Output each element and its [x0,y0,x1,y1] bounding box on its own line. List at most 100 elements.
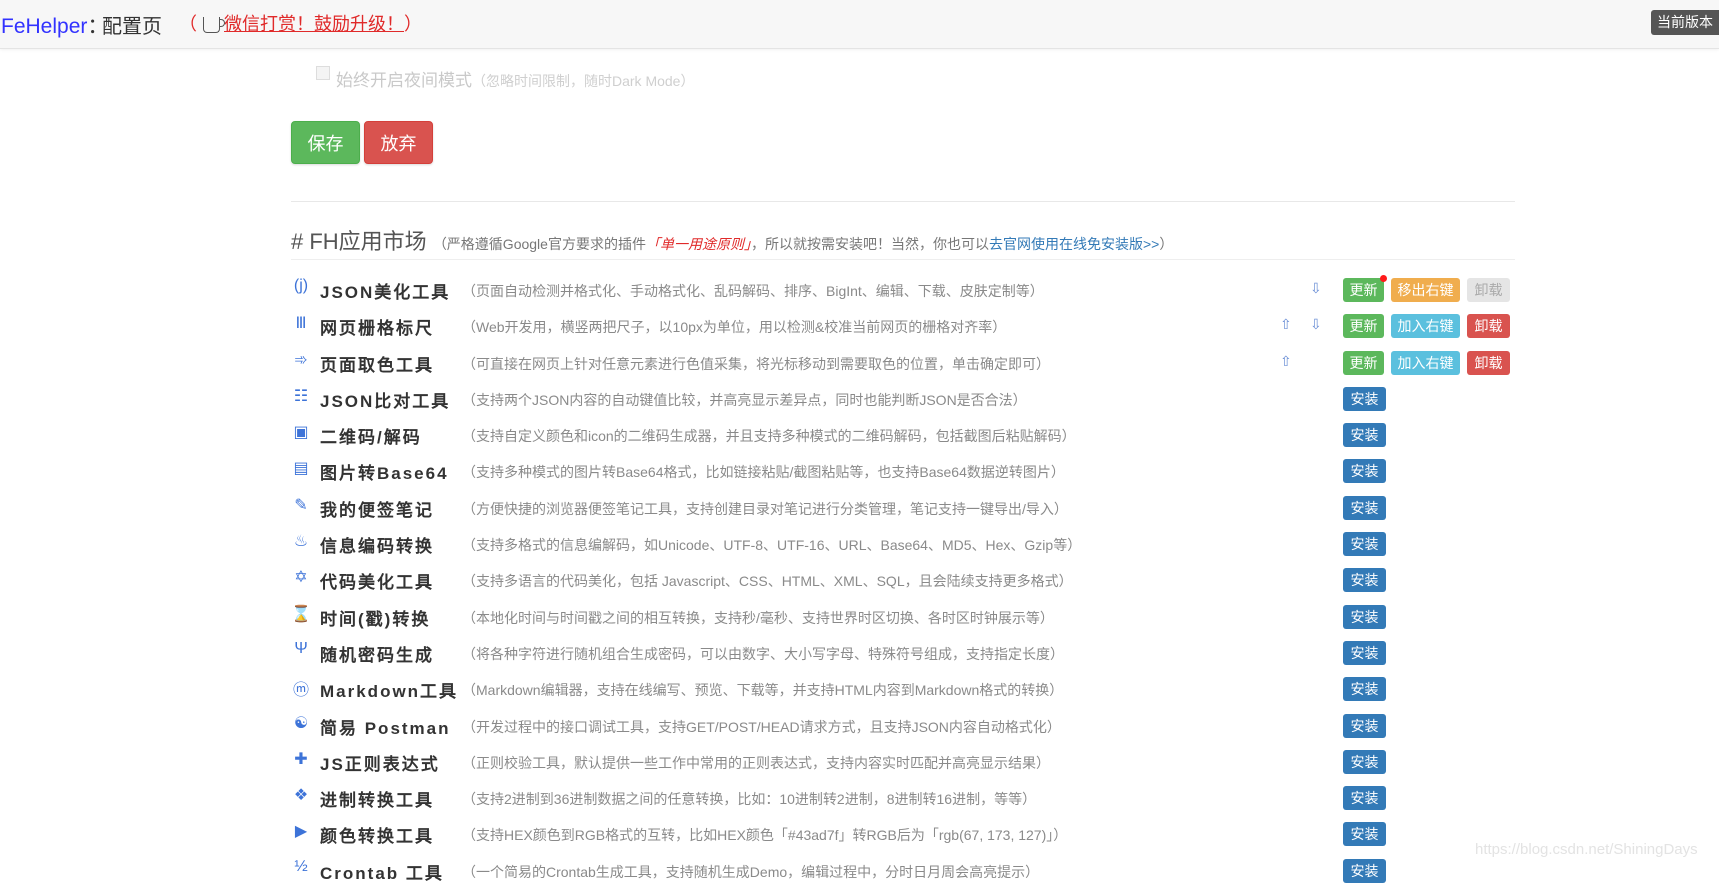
encode-icon: ♨ [293,533,309,551]
json-icon: (j) [293,277,309,294]
install-button[interactable]: 安装 [1343,858,1386,883]
move-down-icon[interactable]: ⇩ [1310,316,1322,333]
tool-row-timestamp: ⌛ 时间(戳)转换 （本地化时间与时间戳之间的相互转换，支持秒/毫秒、支持世界时… [291,597,1515,633]
tool-row-json-formatter: (j) JSON美化工具 （页面自动检测并格式化、手动格式化、乱码解码、排序、B… [291,270,1515,306]
tool-row-qrcode: ▣ 二维码/解码 （支持自定义颜色和icon的二维码生成器，并且支持多种模式的二… [291,415,1515,451]
install-button[interactable]: 安装 [1343,713,1386,738]
install-button[interactable]: 安装 [1343,495,1386,520]
app-market-description: （严格遵循Google官方要求的插件「单一用途原则」，所以就按需安装吧！当然，你… [433,236,1174,252]
install-button[interactable]: 安装 [1343,604,1386,629]
qrcode-icon: ▣ [293,424,309,442]
single-purpose-principle: 「单一用途原则」 [645,236,751,252]
top-bar: FeHelper： 配置页 （ 微信打赏！鼓励升级！） 当前版本 [0,0,1719,49]
tool-description: （支持自定义颜色和icon的二维码生成器，并且支持多种模式的二维码解码，包括截图… [462,428,1076,445]
tool-name: 二维码/解码 [320,428,422,448]
tool-name: 简易 Postman [320,718,451,738]
desc-prefix: （严格遵循Google官方要求的插件 [432,236,646,252]
version-badge: 当前版本 [1651,10,1719,35]
tool-row-crontab: ½ Crontab 工具 （一个简易的Crontab生成工具，支持随机生成Dem… [291,851,1515,887]
desc-middle: ，所以就按需安装吧！当然，你也可以 [750,236,989,252]
tool-description: （支持多格式的信息编解码，如Unicode、UTF-8、UTF-16、URL、B… [462,537,1082,554]
tool-name: 页面取色工具 [320,355,434,375]
install-button[interactable]: 安装 [1343,822,1386,847]
move-up-icon[interactable]: ⇧ [1280,316,1292,333]
tool-name: JSON比对工具 [320,391,451,411]
plus-icon: ✚ [294,750,308,768]
install-button[interactable]: 安装 [1343,677,1386,702]
pencil-icon: ✎ [294,496,308,514]
install-button[interactable]: 安装 [1343,532,1386,557]
update-button[interactable]: 更新 [1343,314,1384,339]
ruler-grid-icon: Ⅲ [295,315,307,333]
tool-list: (j) JSON美化工具 （页面自动检测并格式化、手动格式化、乱码解码、排序、B… [291,270,1515,887]
star-of-david-icon: ✡ [294,569,308,587]
tool-description: （开发过程中的接口调试工具，支持GET/POST/HEAD请求方式，且支持JSO… [462,718,1061,735]
app-market-title: # FH应用市场 （严格遵循Google官方要求的插件「单一用途原则」，所以就按… [291,224,1173,256]
tool-row-code-beautify: ✡ 代码美化工具 （支持多语言的代码美化，包括 Javascript、CSS、H… [291,560,1515,596]
tool-name: 随机密码生成 [320,645,434,665]
yin-yang-icon: ☯ [293,714,309,732]
app-market-heading: # FH应用市场 [291,229,427,254]
donate-link[interactable]: 微信打赏！鼓励升级！ [224,14,404,34]
install-button[interactable]: 安装 [1343,423,1386,448]
install-button[interactable]: 安装 [1343,786,1386,811]
tool-row-postman: ☯ 简易 Postman （开发过程中的接口调试工具，支持GET/POST/HE… [291,706,1515,742]
play-icon: ▶ [294,823,308,841]
tool-row-image-base64: ▤ 图片转Base64 （支持多种模式的图片转Base64格式，比如链接粘贴/截… [291,451,1515,487]
diamond-grid-icon: ❖ [293,787,309,805]
night-mode-option[interactable]: 始终开启夜间模式（忽略时间限制，随时Dark Mode） [316,66,694,91]
brand-name: FeHelper [1,15,88,38]
tool-description: （支持2进制到36进制数据之间的任意转换，比如：10进制转2进制，8进制转16进… [462,791,1037,808]
uninstall-button[interactable]: 卸载 [1467,350,1510,375]
tool-name: 时间(戳)转换 [320,609,431,629]
tool-name: Markdown工具 [320,682,459,702]
tool-row-markdown: ⓜ Markdown工具 （Markdown编辑器，支持在线编写、预览、下载等，… [291,669,1515,705]
tool-name: JS正则表达式 [320,754,440,774]
tool-row-regex: ✚ JS正则表达式 （正则校验工具，默认提供一些工作中常用的正则表达式，支持内容… [291,742,1515,778]
move-down-icon[interactable]: ⇩ [1310,280,1322,297]
install-button[interactable]: 安装 [1343,640,1386,665]
online-version-link[interactable]: 去官网使用在线免安装版>> [989,236,1159,252]
install-button[interactable]: 安装 [1343,749,1386,774]
save-button[interactable]: 保存 [291,121,360,164]
tool-name: JSON美化工具 [320,283,451,302]
divider [291,201,1515,202]
update-button[interactable]: 更新 [1343,350,1384,375]
tool-name: 颜色转换工具 [320,827,434,847]
tool-row-sticky-notes: ✎ 我的便签笔记 （方便快捷的浏览器便签笔记工具，支持创建目录对笔记进行分类管理… [291,488,1515,524]
tool-row-encoding: ♨ 信息编码转换 （支持多格式的信息编解码，如Unicode、UTF-8、UTF… [291,524,1515,560]
brand-logo: FeHelper： [1,10,108,40]
donate-area: （ 微信打赏！鼓励升级！） [179,10,422,36]
watermark: https://blog.csdn.net/ShiningDays [1475,841,1698,858]
tool-description: （支持多种模式的图片转Base64格式，比如链接粘贴/截图粘贴等，也支持Base… [462,464,1065,481]
add-context-menu-button[interactable]: 加入右键 [1391,314,1460,339]
tool-name: 信息编码转换 [320,537,434,557]
fraction-icon: ½ [294,857,308,875]
remove-context-menu-button[interactable]: 移出右键 [1391,278,1460,302]
tool-name: 代码美化工具 [320,573,434,593]
hourglass-icon: ⌛ [291,605,311,623]
tool-name: 网页栅格标尺 [320,319,434,339]
install-button[interactable]: 安装 [1343,568,1386,593]
uninstall-button[interactable]: 卸载 [1467,314,1510,339]
page-title: 配置页 [102,16,162,38]
move-up-icon[interactable]: ⇧ [1280,353,1292,370]
donate-open-paren: （ [179,14,197,34]
tool-description: （支持多语言的代码美化，包括 Javascript、CSS、HTML、XML、S… [462,573,1073,590]
color-picker-icon: ➾ [294,351,308,369]
tool-name: Crontab 工具 [320,863,444,883]
night-mode-checkbox[interactable] [316,66,330,80]
tool-row-color-convert: ▶ 颜色转换工具 （支持HEX颜色到RGB格式的互转，比如HEX颜色「#43ad… [291,814,1515,850]
tool-description: （支持HEX颜色到RGB格式的互转，比如HEX颜色「#43ad7f」转RGB后为… [462,827,1068,844]
update-button[interactable]: 更新 [1343,278,1384,302]
tool-name: 进制转换工具 [320,791,434,811]
add-context-menu-button[interactable]: 加入右键 [1391,350,1460,375]
tool-description: （一个简易的Crontab生成工具，支持随机生成Demo，编辑过程中，分时日月周… [462,863,1040,880]
install-button[interactable]: 安装 [1343,459,1386,484]
discard-button[interactable]: 放弃 [364,121,433,164]
install-button[interactable]: 安装 [1343,386,1386,411]
update-available-dot [1380,275,1387,282]
divider [291,259,1515,260]
tool-row-radix: ❖ 进制转换工具 （支持2进制到36进制数据之间的任意转换，比如：10进制转2进… [291,778,1515,814]
tool-description: （可直接在网页上针对任意元素进行色值采集，将光标移动到需要取色的位置，单击确定即… [462,355,1050,372]
